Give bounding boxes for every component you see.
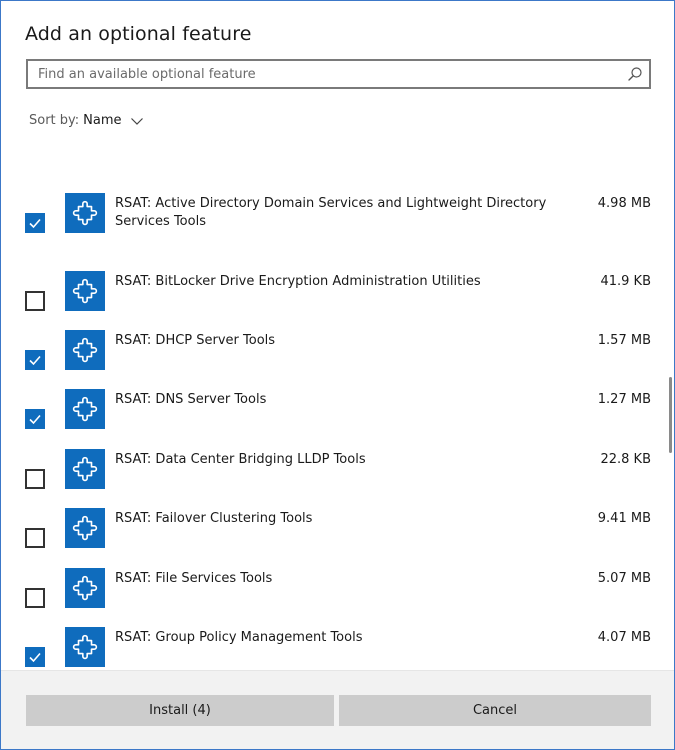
search-icon[interactable] xyxy=(627,66,643,82)
feature-row[interactable]: RSAT: File Services Tools 5.07 MB xyxy=(1,568,665,628)
feature-checkbox[interactable] xyxy=(25,350,45,370)
feature-name: RSAT: Group Policy Management Tools xyxy=(115,630,363,645)
sort-value: Name xyxy=(83,113,122,128)
feature-row[interactable]: RSAT: Data Center Bridging LLDP Tools 22.… xyxy=(1,449,665,509)
feature-size: 5.07 MB xyxy=(597,571,651,586)
search-box[interactable] xyxy=(26,59,651,89)
feature-size: 22.8 KB xyxy=(600,452,651,467)
feature-checkbox[interactable] xyxy=(25,528,45,548)
sort-label: Sort by: xyxy=(29,113,80,128)
feature-name: RSAT: DHCP Server Tools xyxy=(115,333,276,348)
puzzle-icon xyxy=(65,271,105,311)
feature-name: RSAT: File Services Tools xyxy=(115,571,273,586)
feature-checkbox[interactable] xyxy=(25,409,45,429)
scrollbar-thumb[interactable] xyxy=(669,377,672,453)
add-optional-feature-dialog: Add an optional feature Sort by: Name RS… xyxy=(0,0,675,750)
feature-size: 9.41 MB xyxy=(597,511,651,526)
feature-name: RSAT: DNS Server Tools xyxy=(115,392,267,407)
puzzle-icon xyxy=(65,627,105,667)
puzzle-icon xyxy=(65,449,105,489)
feature-checkbox[interactable] xyxy=(25,647,45,667)
install-button[interactable]: Install (4) xyxy=(26,695,334,726)
feature-name: RSAT: Failover Clustering Tools xyxy=(115,511,313,526)
search-input[interactable] xyxy=(28,61,649,87)
feature-row[interactable]: RSAT: DNS Server Tools 1.27 MB xyxy=(1,389,665,449)
feature-size: 1.57 MB xyxy=(597,333,651,348)
feature-name: RSAT: Active Directory Domain Services a… xyxy=(115,196,547,229)
feature-row[interactable]: RSAT: BitLocker Drive Encryption Adminis… xyxy=(1,271,665,331)
feature-checkbox[interactable] xyxy=(25,213,45,233)
feature-name: RSAT: Data Center Bridging LLDP Tools xyxy=(115,452,366,467)
feature-row[interactable]: RSAT: DHCP Server Tools 1.57 MB xyxy=(1,330,665,390)
chevron-down-icon xyxy=(130,117,143,125)
feature-row[interactable]: RSAT: Active Directory Domain Services a… xyxy=(1,193,665,253)
feature-list[interactable]: RSAT: Active Directory Certificate Servi… xyxy=(1,142,674,670)
feature-size: 41.9 KB xyxy=(600,274,651,289)
feature-size: 1.27 MB xyxy=(597,392,651,407)
puzzle-icon xyxy=(65,568,105,608)
dialog-title: Add an optional feature xyxy=(25,23,252,45)
feature-checkbox[interactable] xyxy=(25,469,45,489)
feature-row[interactable]: RSAT: Active Directory Certificate Servi… xyxy=(1,142,665,162)
feature-row[interactable]: RSAT: Group Policy Management Tools 4.07 … xyxy=(1,627,665,670)
puzzle-icon xyxy=(65,193,105,233)
feature-checkbox[interactable] xyxy=(25,291,45,311)
sort-dropdown[interactable]: Sort by: Name xyxy=(29,113,144,128)
feature-size: 4.07 MB xyxy=(597,630,651,645)
feature-size: 4.98 MB xyxy=(597,196,651,211)
feature-row[interactable]: RSAT: Failover Clustering Tools 9.41 MB xyxy=(1,508,665,568)
puzzle-icon xyxy=(65,330,105,370)
cancel-button[interactable]: Cancel xyxy=(339,695,651,726)
puzzle-icon xyxy=(65,389,105,429)
feature-checkbox[interactable] xyxy=(25,588,45,608)
dialog-footer: Install (4) Cancel xyxy=(1,671,674,749)
feature-name: RSAT: BitLocker Drive Encryption Adminis… xyxy=(115,274,481,289)
puzzle-icon xyxy=(65,508,105,548)
